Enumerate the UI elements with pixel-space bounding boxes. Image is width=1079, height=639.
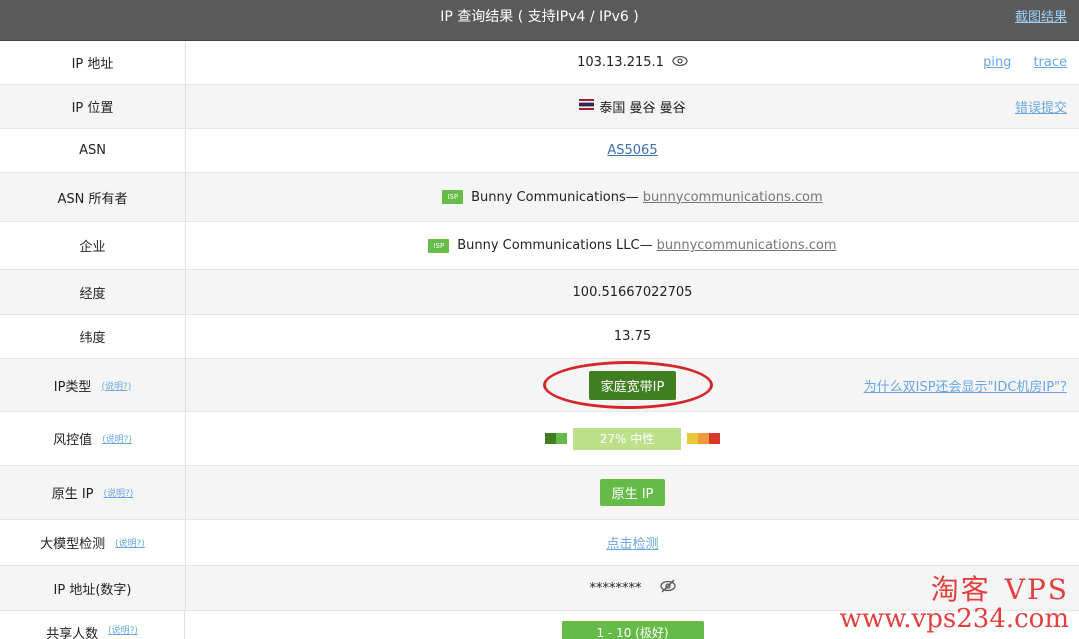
shared-users-badge: 1 - 10 (极好) [561,621,704,639]
ip-type-label: IP类型 [53,379,92,395]
row-ip-address: IP 地址 103.13.215.1 ping trace [0,41,1079,85]
shared-label: 共享人数 [46,627,99,639]
row-value: ISP Bunny Communications LLC— bunnycommu… [186,222,1079,269]
row-longitude: 经度 100.51667022705 [0,270,1079,315]
ip-location-value: 泰国 曼谷 曼谷 [599,101,686,116]
row-llm-detection: 大模型检测 (说明?) 点击检测 [0,520,1079,566]
row-label: 原生 IP (说明?) [0,466,186,519]
ping-link[interactable]: ping [983,55,1011,70]
row-value: 103.13.215.1 [186,41,1079,84]
error-report-link[interactable]: 错误提交 [1015,97,1067,116]
ip-numeric-value: ******** [589,580,642,596]
row-ip-type: IP类型 (说明?) 家庭宽带IP 为什么双ISP还会显示"IDC机房IP"? [0,359,1079,412]
row-value: ISP Bunny Communications— bunnycommunica… [186,173,1079,221]
llm-label: 大模型检测 [40,537,106,552]
results-title: IP 查询结果 ( 支持IPv4 / IPv6 ) [440,9,639,25]
company-name: Bunny Communications LLC— [457,238,653,253]
isp-badge: ISP [442,190,464,204]
row-value: 泰国 曼谷 曼谷 [186,85,1079,128]
row-label: IP 地址(数字) [0,566,186,610]
longitude-value: 100.51667022705 [572,284,693,300]
help-link[interactable]: (说明?) [102,432,132,445]
row-label: IP类型 (说明?) [0,359,186,411]
row-label: 风控值 (说明?) [0,412,186,465]
eye-off-icon[interactable] [659,579,676,597]
risk-segment [687,433,698,444]
row-label: ASN [0,129,186,172]
row-asn-owner: ASN 所有者 ISP Bunny Communications— bunnyc… [0,173,1079,222]
results-header: IP 查询结果 ( 支持IPv4 / IPv6 ) 截图结果 [0,0,1079,41]
risk-segment [698,433,709,444]
row-asn: ASN AS5065 [0,129,1079,173]
help-link[interactable]: (说明?) [104,486,134,499]
row-value: AS5065 [186,129,1079,172]
row-value: 100.51667022705 [186,270,1079,314]
thailand-flag-icon [579,99,595,114]
native-ip-label: 原生 IP [51,487,94,502]
risk-meter: 27% 中性 [545,427,720,450]
risk-value: 27% 中性 [573,427,681,450]
isp-badge: ISP [428,238,450,253]
row-label: 企业 [0,222,186,269]
row-native-ip: 原生 IP (说明?) 原生 IP [0,466,1079,520]
risk-segment [556,433,567,444]
row-value: 原生 IP [186,466,1079,519]
row-value: 27% 中性 [186,412,1079,465]
watermark-url: www.vps234.com [839,604,1069,634]
row-label: 共享人数 (说明?) [0,611,185,639]
row-label: IP 地址 [0,41,186,84]
row-latitude: 纬度 13.75 [0,315,1079,359]
row-value: 13.75 [186,315,1079,358]
row-value: 点击检测 [186,520,1079,565]
why-idc-link[interactable]: 为什么双ISP还会显示"IDC机房IP"? [864,376,1067,395]
location-actions: 错误提交 [1015,85,1067,128]
latitude-value: 13.75 [613,329,652,344]
row-label: 大模型检测 (说明?) [0,520,186,565]
company-domain-link[interactable]: bunnycommunications.com [657,238,837,253]
row-label: 纬度 [0,315,186,358]
screenshot-result-link[interactable]: 截图结果 [1015,6,1067,25]
ip-address-value: 103.13.215.1 [577,55,664,70]
row-risk: 风控值 (说明?) 27% 中性 [0,412,1079,466]
watermark-vps: VPS [1004,573,1069,606]
row-label: 经度 [0,270,186,314]
row-ip-location: IP 位置 泰国 曼谷 曼谷 错误提交 [0,85,1079,129]
risk-segment [709,433,720,444]
asn-link[interactable]: AS5065 [607,143,657,158]
row-label: IP 位置 [0,85,186,128]
native-ip-badge: 原生 IP [599,479,666,506]
help-link[interactable]: (说明?) [115,536,145,549]
help-link[interactable]: (说明?) [101,379,131,392]
asn-owner-name: Bunny Communications— [471,189,639,205]
eye-icon[interactable] [672,55,688,71]
ip-actions: ping trace [983,41,1067,84]
help-link[interactable]: (说明?) [108,623,138,636]
asn-owner-domain-link[interactable]: bunnycommunications.com [643,190,823,205]
row-company: 企业 ISP Bunny Communications LLC— bunnyco… [0,222,1079,270]
watermark: 淘客 VPS www.vps234.com [839,573,1069,634]
click-detect-link[interactable]: 点击检测 [606,533,658,552]
watermark-cn: 淘客 [930,573,991,606]
risk-label: 风控值 [53,433,93,448]
ip-type-actions: 为什么双ISP还会显示"IDC机房IP"? [864,359,1067,411]
trace-link[interactable]: trace [1033,55,1067,70]
risk-segment [545,433,556,444]
highlight-circle [543,361,713,409]
row-label: ASN 所有者 [0,173,186,221]
